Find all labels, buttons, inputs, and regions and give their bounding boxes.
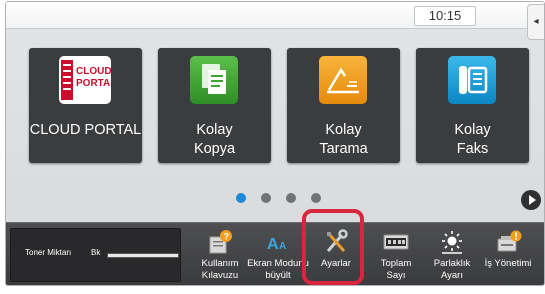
counter-icon [383,234,409,250]
page-dot[interactable] [261,193,271,203]
brightness-button[interactable]: Parlaklık Ayarı [434,223,470,285]
fn-label-line1: Ekran Modunu [247,258,309,269]
page-dot[interactable] [311,193,321,203]
tile-label-line1: Kolay [454,122,491,138]
tile-easy-fax[interactable]: Kolay Faks [416,48,529,163]
tile-easy-scan[interactable]: Kolay Tarama [287,48,400,163]
tile-label-line2: Kopya [193,141,236,157]
tile-label: CLOUD PORTAL [29,122,142,138]
tile-easy-copy[interactable]: Kolay Kopya [158,48,271,163]
cloud-portal-logo-line1: CLOUD [76,66,111,77]
scan-icon [319,56,367,104]
copy-icon [190,56,238,104]
function-bar: Toner Miktarı Bk ? Kullanım Kılavuzu A A [6,222,544,285]
tile-label-line2: Tarama [319,141,368,157]
fn-label-line1: İş Yönetimi [484,258,532,269]
magnify-text-icon: A A [267,236,286,253]
play-arrow-icon [529,195,536,205]
fax-icon [448,56,496,104]
toner-label: Toner Miktarı [25,248,72,257]
svg-text:A: A [267,236,279,253]
job-status-icon [497,230,522,252]
next-page-button[interactable] [521,190,541,210]
side-panel-tab[interactable]: ◂ [527,4,544,40]
svg-text:A: A [279,241,286,252]
fn-label-line2: Kılavuzu [201,270,239,281]
status-strip: 10:15 [6,2,544,29]
toner-color-code: Bk [91,248,101,257]
fn-label-line1: Toplam [380,258,412,269]
manual-icon: ? [209,230,232,254]
cloud-portal-icon: CLOUD PORTAL [59,56,116,104]
tile-label-line2: Faks [456,141,489,157]
tile-cloud-portal[interactable]: CLOUD PORTAL CLOUD PORTAL [29,48,142,163]
fn-label-line1: Parlaklık [433,258,471,269]
screen-magnify-button[interactable]: A A Ekran Modunu büyült [247,223,309,285]
fn-label-line1: Kullanım [201,258,239,269]
job-status-button[interactable]: İş Yönetimi [485,223,531,285]
svg-text:?: ? [224,232,230,242]
fn-label-line2: Ayarı [440,270,463,281]
total-count-button[interactable]: Toplam Sayı [378,223,414,285]
clock: 10:15 [414,6,476,26]
fn-label-line2: büyült [265,270,291,281]
settings-highlight-frame [302,209,364,285]
toner-indicator: Toner Miktarı Bk [10,228,181,282]
user-manual-button[interactable]: ? Kullanım Kılavuzu [202,223,238,285]
tile-label-line1: Kolay [325,122,362,138]
page-dot[interactable] [286,193,296,203]
touch-panel: 10:15 ◂ CLOUD PORTAL CLOUD PORTAL [5,1,545,286]
page-dot[interactable] [236,193,246,203]
brightness-icon [442,231,462,254]
tile-label-line1: Kolay [196,122,233,138]
cloud-portal-logo-line2: PORTAL [76,78,111,89]
toner-level-fill [108,254,178,257]
toner-level-bar [107,253,179,258]
fn-label-line2: Sayı [386,270,406,281]
